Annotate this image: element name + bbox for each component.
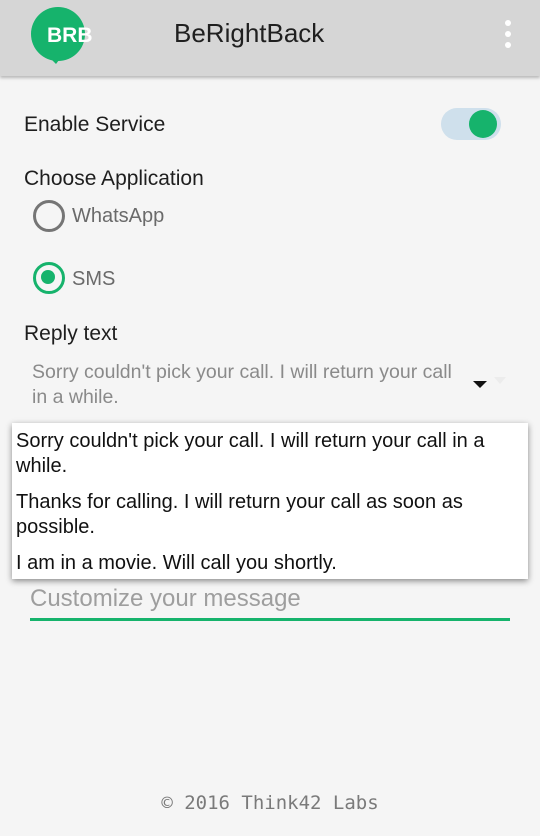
toggle-thumb [469,110,497,138]
enable-service-toggle[interactable] [441,107,501,141]
dropdown-option[interactable]: Thanks for calling. I will return your c… [16,490,521,540]
dropdown-option[interactable]: Sorry couldn't pick your call. I will re… [16,429,521,479]
svg-text:BRB: BRB [47,24,93,47]
reply-text-spinner[interactable]: Sorry couldn't pick your call. I will re… [32,360,462,410]
radio-sms[interactable] [33,262,65,294]
choose-application-label: Choose Application [24,167,204,190]
app-logo-icon: BRB [31,7,93,64]
footer-copyright: © 2016 Think42 Labs [161,792,379,814]
app-title: BeRightBack [174,18,325,48]
radio-dot-icon [41,270,55,284]
enable-service-label: Enable Service [24,113,166,136]
more-vert-icon[interactable] [500,18,516,50]
radio-sms-label[interactable]: SMS [72,268,115,291]
reply-text-label: Reply text [24,322,118,345]
reply-text-dropdown: Sorry couldn't pick your call. I will re… [12,423,528,579]
radio-whatsapp[interactable] [33,200,65,232]
dropdown-option[interactable]: I am in a movie. Will call you shortly. [16,551,521,576]
radio-whatsapp-label[interactable]: WhatsApp [72,205,164,228]
dropdown-arrow-icon[interactable] [473,381,487,388]
customize-message-input[interactable] [30,580,510,621]
radio-ring-icon [33,200,65,232]
dropdown-arrow-icon [494,377,506,384]
app-bar: BRB BeRightBack [0,0,540,76]
